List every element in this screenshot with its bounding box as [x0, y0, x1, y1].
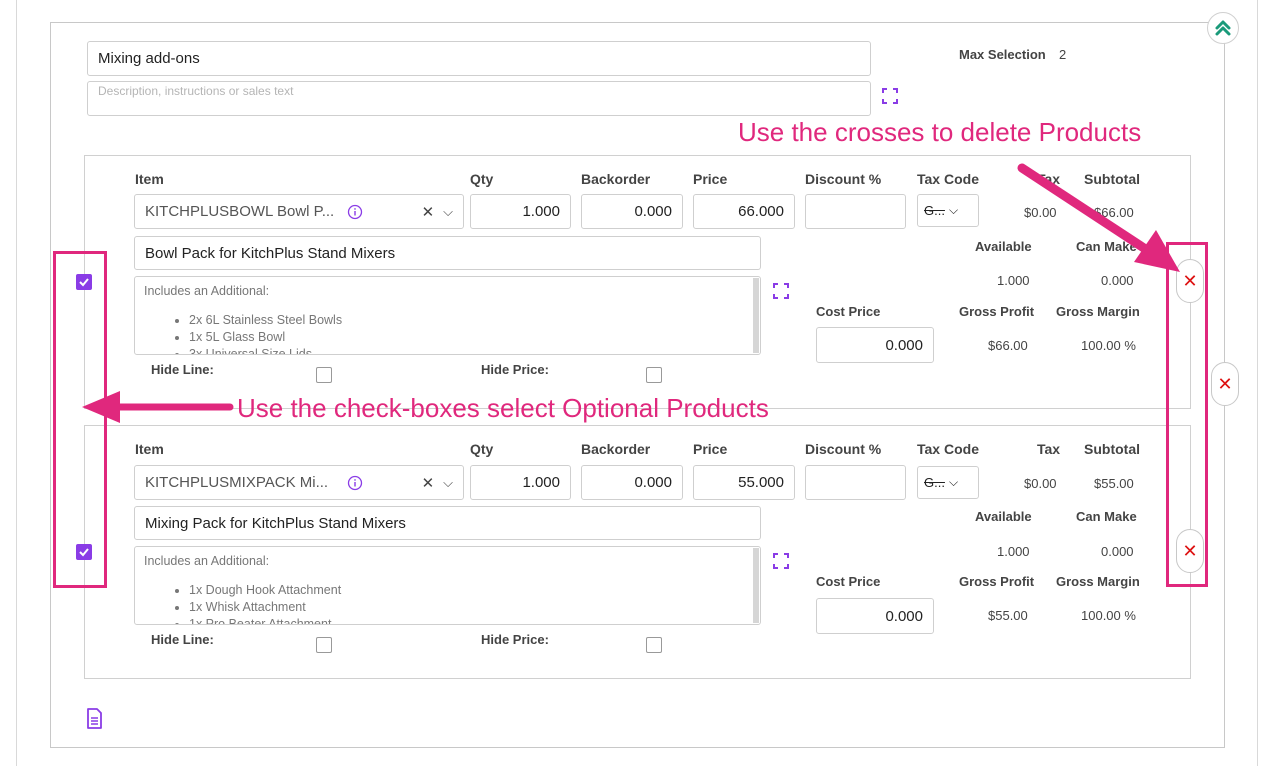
- arrow-to-checkboxes-icon: [82, 391, 234, 423]
- annotation-arrows: [82, 163, 1180, 423]
- arrow-to-crosses-icon: [1017, 163, 1180, 272]
